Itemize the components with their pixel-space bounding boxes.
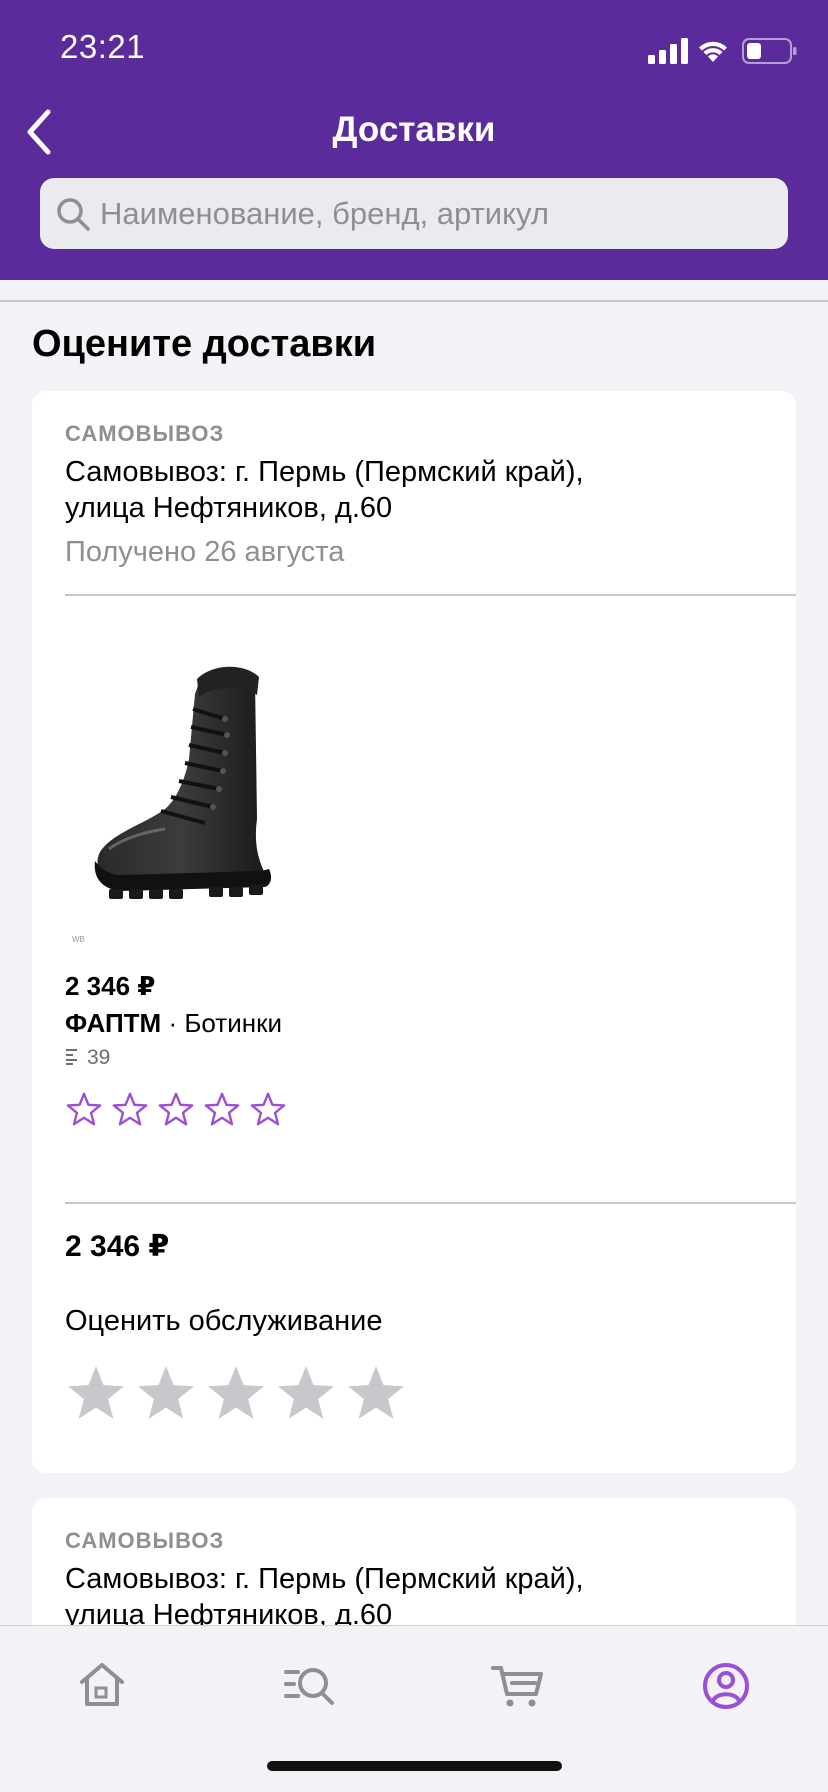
product-rating-stars — [65, 1091, 287, 1131]
address-line-2: улица Нефтяников, д.60 — [65, 492, 393, 524]
catalog-search-icon[interactable] — [280, 1656, 340, 1716]
product-title[interactable]: ФАПТМ · Ботинки — [65, 1008, 282, 1039]
service-rating-label: Оценить обслуживание — [65, 1305, 383, 1337]
page-title: Доставки — [332, 110, 496, 149]
profile-icon[interactable] — [696, 1656, 756, 1716]
star-filled-icon[interactable] — [135, 1363, 197, 1425]
size-list-icon — [66, 1049, 77, 1065]
home-icon[interactable] — [72, 1656, 132, 1716]
product-name: Ботинки — [184, 1008, 282, 1038]
search-bar[interactable] — [40, 178, 788, 249]
search-icon — [57, 198, 90, 231]
brand-separator: · — [161, 1008, 185, 1038]
delivery-total-price: 2 346 ₽ — [65, 1230, 170, 1263]
delivery-status: Получено 26 августа — [65, 536, 345, 568]
card-divider — [65, 594, 796, 596]
product-price: 2 346 ₽ — [65, 971, 156, 1001]
wifi-icon — [699, 41, 727, 62]
star-outline-icon[interactable] — [203, 1091, 241, 1129]
section-title: Оцените доставки — [32, 323, 377, 365]
cellular-signal-icon — [648, 38, 688, 64]
delivery-address: Самовывоз: г. Пермь (Пермский край), ули… — [65, 454, 765, 526]
home-indicator — [267, 1761, 562, 1771]
star-outline-icon[interactable] — [111, 1091, 149, 1129]
star-outline-icon[interactable] — [249, 1091, 287, 1129]
delivery-address: Самовывоз: г. Пермь (Пермский край), ули… — [65, 1561, 765, 1633]
header-divider — [0, 300, 828, 302]
delivery-card: САМОВЫВОЗ Самовывоз: г. Пермь (Пермский … — [32, 391, 796, 1473]
search-input[interactable] — [100, 178, 770, 249]
app-header: 23:21 Доставки — [0, 0, 828, 280]
card-divider — [65, 1202, 796, 1204]
delivery-type-label: САМОВЫВОЗ — [65, 421, 225, 446]
product-image-boot[interactable] — [65, 649, 305, 939]
battery-icon — [742, 38, 797, 64]
address-line-1: Самовывоз: г. Пермь (Пермский край), — [65, 456, 584, 488]
product-size: 39 — [65, 1046, 110, 1070]
star-filled-icon[interactable] — [345, 1363, 407, 1425]
cart-icon[interactable] — [488, 1656, 548, 1716]
star-outline-icon[interactable] — [157, 1091, 195, 1129]
star-filled-icon[interactable] — [65, 1363, 127, 1425]
star-outline-icon[interactable] — [65, 1091, 103, 1129]
product-size-value: 39 — [87, 1046, 111, 1069]
product-brand: ФАПТМ — [65, 1008, 162, 1038]
star-filled-icon[interactable] — [205, 1363, 267, 1425]
service-rating-stars — [65, 1363, 407, 1425]
image-watermark: WB — [72, 935, 85, 944]
delivery-type-label: САМОВЫВОЗ — [65, 1528, 225, 1553]
address-line-1: Самовывоз: г. Пермь (Пермский край), — [65, 1563, 584, 1595]
star-filled-icon[interactable] — [275, 1363, 337, 1425]
status-time: 23:21 — [60, 28, 146, 65]
